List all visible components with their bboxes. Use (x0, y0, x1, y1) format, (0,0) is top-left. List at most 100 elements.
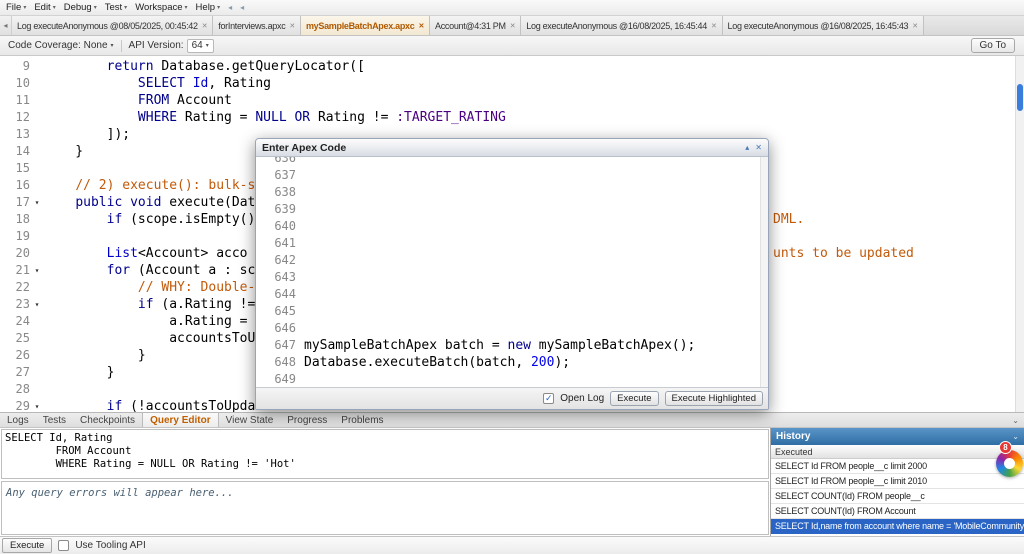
code-text[interactable]: if (a.Rating != (44, 296, 255, 313)
dialog-footer: ✓ Open Log Execute Execute Highlighted (256, 387, 768, 409)
tab[interactable]: Log executeAnonymous @08/05/2025, 00:45:… (12, 16, 214, 35)
dialog-titlebar[interactable]: Enter Apex Code ▴ ✕ (256, 139, 768, 157)
menu-test[interactable]: Test ▾ (101, 0, 131, 15)
code-text[interactable]: mySampleBatchApex batch = new mySampleBa… (304, 337, 695, 354)
code-text[interactable]: } (44, 143, 83, 160)
code-text[interactable]: if (!accountsToUpda (44, 398, 256, 412)
history-row[interactable]: SELECT Id,name from account where name =… (771, 519, 1024, 534)
line-number: 642 (274, 253, 296, 267)
panel-tab-view-state[interactable]: View State (219, 413, 281, 427)
gutter-spacer (30, 177, 44, 194)
panel-tab-progress[interactable]: Progress (280, 413, 334, 427)
panel-tab-query-editor[interactable]: Query Editor (142, 413, 219, 427)
apex-code-editor[interactable]: 636 637 638 639 640 641 642 643 644 645 646 647 mySa… (256, 157, 768, 387)
code-text[interactable]: List<Account> acco (44, 245, 248, 262)
panel-collapse-icon[interactable]: ⌄ (1012, 416, 1019, 425)
tab[interactable]: mySampleBatchApex.apxc ✕ (300, 16, 431, 35)
use-tooling-api-label: Use Tooling API (75, 540, 146, 551)
code-coverage-dropdown[interactable]: Code Coverage: None ▾ (3, 38, 119, 53)
tab-scroll-left-icon[interactable]: ◂ (0, 16, 12, 35)
nav-back-icon[interactable]: ◂ (224, 3, 236, 12)
tab-bar: ◂ Log executeAnonymous @08/05/2025, 00:4… (0, 16, 1024, 36)
code-line: 637 (256, 167, 768, 184)
history-row[interactable]: SELECT Id FROM people__c limit 2000 (771, 459, 1024, 474)
check-icon: ✓ (544, 393, 553, 403)
history-row[interactable]: SELECT COUNT(Id) FROM Account (771, 504, 1024, 519)
menu-debug[interactable]: Debug ▾ (60, 0, 101, 15)
dialog-close-icon[interactable]: ✕ (755, 143, 762, 152)
tab[interactable]: Log executeAnonymous @16/08/2025, 16:45:… (521, 16, 723, 35)
close-icon[interactable]: ✕ (912, 22, 918, 30)
menu-help[interactable]: Help ▾ (192, 0, 225, 15)
code-fragment: unts to be updated (773, 246, 914, 261)
panel-tab-checkpoints[interactable]: Checkpoints (73, 413, 142, 427)
line-number: 10 (15, 76, 30, 90)
code-text[interactable]: return Database.getQueryLocator([ (44, 58, 365, 75)
fold-icon[interactable]: ▾ (30, 296, 44, 313)
notification-badge: 8 (999, 441, 1012, 454)
open-log-checkbox[interactable]: ✓ (543, 393, 555, 404)
bottom-panel-tabs: Logs Tests Checkpoints Query Editor View Sta… (0, 412, 1024, 428)
panel-tab-problems[interactable]: Problems (334, 413, 390, 427)
api-version-select[interactable]: 64 ▾ (186, 38, 214, 53)
editor-toolbar: Code Coverage: None ▾ API Version: 64 ▾ … (0, 36, 1024, 56)
dialog-collapse-icon[interactable]: ▴ (745, 143, 749, 152)
history-row[interactable]: SELECT COUNT(Id) FROM people__c (771, 489, 1024, 504)
execute-button[interactable]: Execute (610, 391, 659, 406)
menu-workspace[interactable]: Workspace ▾ (131, 0, 191, 15)
code-line: 645 (256, 303, 768, 320)
line-number: 640 (274, 219, 296, 233)
editor-scrollbar[interactable] (1015, 56, 1024, 412)
gutter-spacer (30, 245, 44, 262)
code-text[interactable]: // 2) execute(): bulk-s (44, 177, 255, 194)
dialog-controls: ▴ ✕ (745, 143, 762, 152)
menu-file[interactable]: File ▾ (2, 0, 30, 15)
close-icon[interactable]: ✕ (418, 22, 424, 30)
tab[interactable]: Log executeAnonymous @16/08/2025, 16:45:… (722, 16, 924, 35)
code-line: 640 (256, 218, 768, 235)
code-text[interactable]: } (44, 364, 115, 381)
editor-scrollbar-thumb[interactable] (1017, 84, 1023, 111)
extension-swirl-icon[interactable] (996, 450, 1023, 477)
close-icon[interactable]: ✕ (289, 22, 295, 30)
close-icon[interactable]: ✕ (510, 22, 516, 30)
query-execute-button[interactable]: Execute (2, 538, 53, 553)
go-to-button[interactable]: Go To (970, 38, 1015, 53)
panel-tab-tests[interactable]: Tests (36, 413, 73, 427)
code-text[interactable]: for (Account a : sc (44, 262, 256, 279)
code-text[interactable]: ]); (44, 126, 130, 143)
history-row[interactable]: SELECT Id FROM people__c limit 2010 (771, 474, 1024, 489)
code-text[interactable]: WHERE Rating = NULL OR Rating != :TARGET… (44, 109, 506, 126)
code-text[interactable]: public void execute(Dat (44, 194, 255, 211)
code-text[interactable]: if (scope.isEmpty() (44, 211, 256, 228)
code-line: 11 FROM Account (0, 92, 1024, 109)
use-tooling-api-checkbox[interactable] (58, 540, 70, 551)
query-input[interactable]: SELECT Id, Rating FROM Account WHERE Rat… (1, 429, 769, 479)
code-text[interactable]: // WHY: Double- (44, 279, 255, 296)
execute-highlighted-button[interactable]: Execute Highlighted (664, 391, 763, 406)
code-text[interactable]: FROM Account (44, 92, 232, 109)
tab[interactable]: forInterviews.apxc ✕ (213, 16, 301, 35)
line-number: 14 (15, 144, 30, 158)
api-version-control: API Version: 64 ▾ (124, 37, 219, 55)
code-text[interactable]: Database.executeBatch(batch, 200); (304, 354, 570, 371)
fold-icon[interactable]: ▾ (30, 398, 44, 412)
apex-code-lines: 636 637 638 639 640 641 642 643 644 645 646 647 mySa… (256, 157, 768, 387)
code-text[interactable]: } (44, 347, 146, 364)
tab[interactable]: Account@4:31 PM ✕ (430, 16, 522, 35)
code-line: 642 (256, 252, 768, 269)
dialog-scrollbar[interactable] (760, 157, 768, 387)
close-icon[interactable]: ✕ (711, 22, 717, 30)
fold-icon[interactable]: ▾ (30, 262, 44, 279)
code-text[interactable]: a.Rating = (44, 313, 255, 330)
code-text[interactable]: SELECT Id, Rating (44, 75, 271, 92)
code-line: 12 WHERE Rating = NULL OR Rating != :TAR… (0, 109, 1024, 126)
fold-icon[interactable]: ▾ (30, 194, 44, 211)
code-text[interactable]: accountsToU (44, 330, 255, 347)
menu-edit[interactable]: Edit ▾ (30, 0, 59, 15)
panel-tab-logs[interactable]: Logs (0, 413, 36, 427)
history-collapse-icon[interactable]: ⌄ (1012, 432, 1019, 441)
nav-forward-icon[interactable]: ◂ (236, 3, 248, 12)
close-icon[interactable]: ✕ (202, 22, 208, 30)
tab-label: Account@4:31 PM (435, 20, 506, 31)
